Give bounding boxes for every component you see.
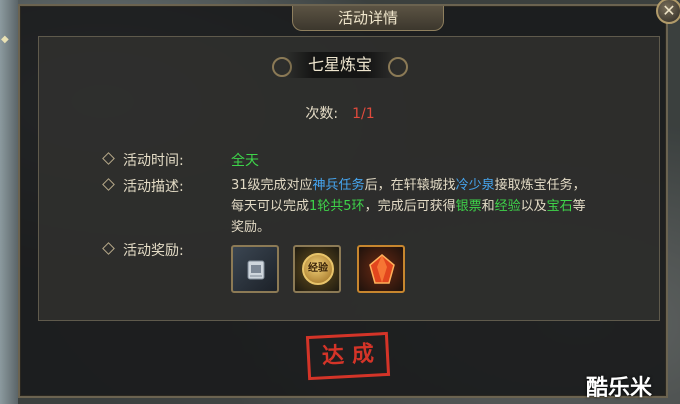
- reward-experience[interactable]: 经验: [293, 245, 341, 293]
- time-row-label: 活动时间:: [102, 151, 184, 171]
- close-button[interactable]: ✕: [656, 0, 680, 24]
- time-label: 活动时间:: [123, 153, 184, 169]
- activity-name: 七星炼宝: [286, 52, 394, 78]
- desc-highlight-rounds: 1轮共5环: [309, 199, 365, 214]
- hud-glyph: ◆: [1, 34, 9, 45]
- window-title: 活动详情: [292, 6, 444, 31]
- completed-stamp: 达成: [305, 331, 391, 381]
- reward-gem[interactable]: [357, 245, 405, 293]
- desc-highlight-npc: 冷少泉: [455, 178, 495, 193]
- desc-highlight-silver: 银票: [455, 199, 482, 214]
- diamond-bullet-icon: [102, 152, 115, 165]
- count-label: 次数:: [305, 106, 339, 122]
- reward-label: 活动奖励:: [123, 243, 184, 259]
- activity-description: 31级完成对应神兵任务后，在轩辕城找冷少泉接取炼宝任务，每天可以完成1轮共5环，…: [231, 175, 591, 238]
- red-gem-icon: [369, 254, 395, 284]
- left-hud-edge: ◆: [0, 0, 18, 404]
- desc-highlight-exp: 经验: [494, 199, 521, 214]
- desc-highlight-gem: 宝石: [546, 199, 573, 214]
- activity-title-banner: 七星炼宝: [270, 48, 410, 82]
- silver-note-scroll-icon: [247, 260, 265, 280]
- cloud-ornament-icon: [388, 57, 408, 77]
- experience-medal-icon: 经验: [302, 253, 334, 285]
- desc-text: 后，在轩辕城找: [364, 178, 456, 193]
- time-value: 全天: [231, 153, 259, 169]
- desc-label: 活动描述:: [123, 179, 184, 195]
- desc-text: 和: [481, 199, 495, 214]
- diamond-bullet-icon: [102, 242, 115, 255]
- attempt-count: 次数: 1/1: [0, 103, 680, 123]
- site-watermark: 酷乐米: [586, 376, 653, 401]
- desc-text: ，完成后可获得: [364, 199, 456, 214]
- desc-text: 以及: [520, 199, 547, 214]
- desc-text: 31级完成对应: [231, 178, 313, 193]
- reward-silver-note[interactable]: [231, 245, 279, 293]
- close-icon: ✕: [662, 1, 676, 20]
- desc-highlight-quest: 神兵任务: [312, 178, 365, 193]
- reward-row-label: 活动奖励:: [102, 241, 184, 261]
- diamond-bullet-icon: [102, 178, 115, 191]
- desc-row-label: 活动描述:: [102, 177, 184, 197]
- count-value: 1/1: [352, 106, 375, 122]
